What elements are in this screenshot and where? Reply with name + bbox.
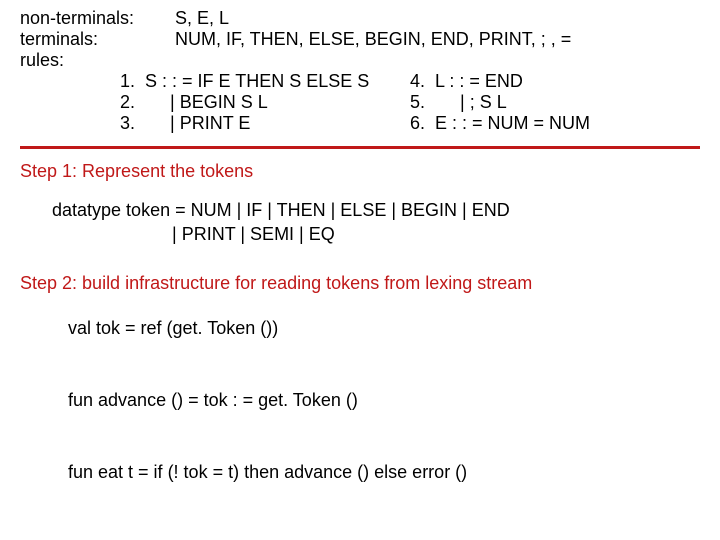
step1-title: Step 1: Represent the tokens bbox=[20, 161, 700, 182]
rules-columns: 1. S : : = IF E THEN S ELSE S 2. | BEGIN… bbox=[120, 71, 700, 134]
rules-col-left: 1. S : : = IF E THEN S ELSE S 2. | BEGIN… bbox=[120, 71, 410, 134]
rule-5: 5. | ; S L bbox=[410, 92, 700, 113]
nonterminals-row: non-terminals: S, E, L bbox=[20, 8, 700, 29]
rule-2: 2. | BEGIN S L bbox=[120, 92, 410, 113]
divider bbox=[20, 146, 700, 149]
step1-code: datatype token = NUM | IF | THEN | ELSE … bbox=[52, 198, 700, 247]
rule-6: 6. E : : = NUM = NUM bbox=[410, 113, 700, 134]
grammar-block: non-terminals: S, E, L terminals: NUM, I… bbox=[20, 8, 700, 140]
step2-code: val tok = ref (get. Token ()) fun advanc… bbox=[68, 310, 700, 490]
step2-title: Step 2: build infrastructure for reading… bbox=[20, 273, 700, 294]
terminals-label: terminals: bbox=[20, 29, 175, 50]
rule-3: 3. | PRINT E bbox=[120, 113, 410, 134]
rules-col-right: 4. L : : = END 5. | ; S L 6. E : : = NUM… bbox=[410, 71, 700, 134]
terminals-value: NUM, IF, THEN, ELSE, BEGIN, END, PRINT, … bbox=[175, 29, 700, 50]
nonterminals-value: S, E, L bbox=[175, 8, 700, 29]
rules-label: rules: bbox=[20, 50, 175, 71]
terminals-row: terminals: NUM, IF, THEN, ELSE, BEGIN, E… bbox=[20, 29, 700, 50]
rules-row: rules: bbox=[20, 50, 700, 71]
rule-1: 1. S : : = IF E THEN S ELSE S bbox=[120, 71, 410, 92]
nonterminals-label: non-terminals: bbox=[20, 8, 175, 29]
rule-4: 4. L : : = END bbox=[410, 71, 700, 92]
